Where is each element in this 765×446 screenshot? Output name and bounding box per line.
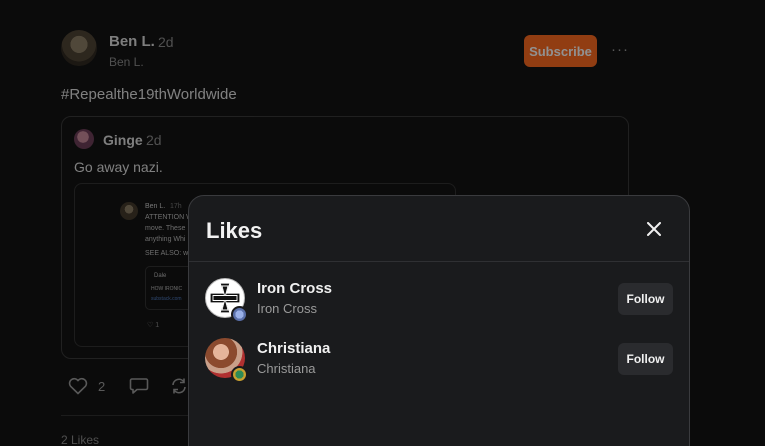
author-name[interactable]: Ben L.	[109, 33, 155, 50]
nested-author-name: Ben L.	[145, 203, 166, 210]
post-timestamp: 2d	[158, 34, 174, 50]
liker-handle: Iron Cross	[257, 301, 317, 316]
modal-title: Likes	[206, 218, 263, 243]
author-handle: Ben L.	[109, 55, 144, 69]
liker-handle: Christiana	[257, 361, 316, 376]
inner-quote-text: HOW IRONIC	[151, 286, 183, 292]
liker-name[interactable]: Iron Cross	[257, 280, 332, 297]
follow-button[interactable]: Follow	[618, 283, 673, 315]
nested-timestamp: 17h	[170, 203, 182, 210]
nested-text-line: ATTENTION W	[145, 214, 193, 221]
nested-author-avatar	[120, 202, 138, 220]
more-options-icon[interactable]: ···	[611, 41, 629, 58]
post-actions: 2	[68, 377, 189, 395]
subscribe-button[interactable]: Subscribe	[524, 35, 597, 67]
likes-modal: Likes Iron Cross Iron Cross Follow Chris…	[188, 195, 690, 446]
likes-summary-link[interactable]: 2 Likes	[61, 433, 99, 446]
close-icon	[647, 222, 661, 236]
nested-text-line: SEE ALSO: wh	[145, 250, 193, 257]
nested-text-line: move. These	[145, 225, 186, 232]
nested-inner-quote: Dale HOW IRONIC substack.com	[145, 266, 193, 310]
liker-row[interactable]: Iron Cross Iron Cross Follow	[205, 278, 675, 323]
quote-text: Go away nazi.	[74, 159, 163, 175]
heart-icon[interactable]	[68, 377, 88, 395]
close-button[interactable]	[641, 216, 667, 242]
comment-icon[interactable]	[129, 377, 149, 395]
publication-badge	[231, 306, 248, 323]
post-text: #Repealthe19thWorldwide	[61, 86, 237, 103]
restack-icon[interactable]	[169, 377, 189, 395]
nested-actions: ♡ 1	[147, 322, 160, 329]
follow-button[interactable]: Follow	[618, 343, 673, 375]
quote-timestamp: 2d	[146, 132, 162, 148]
like-count: 2	[98, 378, 106, 394]
quote-author-avatar	[74, 129, 94, 149]
inner-quote-author: Dale	[154, 273, 167, 279]
nested-text-line: anything Whi	[145, 236, 186, 243]
author-avatar[interactable]	[61, 30, 97, 66]
modal-divider	[189, 261, 689, 262]
inner-quote-link: substack.com	[151, 296, 182, 302]
publication-badge	[231, 366, 248, 383]
liker-row[interactable]: Christiana Christiana Follow	[205, 338, 675, 383]
liker-name[interactable]: Christiana	[257, 340, 330, 357]
quote-author-name[interactable]: Ginge	[103, 132, 143, 148]
